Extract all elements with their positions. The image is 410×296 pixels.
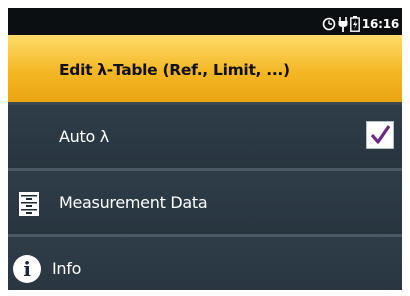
auto-lambda-checkbox[interactable] xyxy=(366,121,394,149)
device-screen: 16:16 Edit λ-Table (Ref., Limit, ...) Au… xyxy=(8,8,402,290)
timer-icon xyxy=(322,17,336,31)
menu-list: Edit λ-Table (Ref., Limit, ...) Auto λ M… xyxy=(8,35,402,290)
menu-item-info[interactable]: i Info xyxy=(8,237,402,290)
file-cabinet-icon xyxy=(18,191,40,221)
checkmark-icon xyxy=(370,125,391,144)
menu-item-edit-lambda-table[interactable]: Edit λ-Table (Ref., Limit, ...) xyxy=(8,35,402,105)
menu-item-measurement-data[interactable]: Measurement Data xyxy=(8,171,402,237)
status-icons: 16:16 xyxy=(322,14,399,34)
menu-item-auto-lambda[interactable]: Auto λ xyxy=(8,105,402,171)
menu-item-label: Edit λ-Table (Ref., Limit, ...) xyxy=(59,61,290,79)
menu-item-label: Auto λ xyxy=(59,127,109,146)
power-plug-icon xyxy=(338,16,348,32)
menu-item-label: Info xyxy=(52,259,82,278)
clock-time: 16:16 xyxy=(361,17,399,31)
menu-item-label: Measurement Data xyxy=(59,193,208,212)
info-icon: i xyxy=(13,255,41,283)
status-bar: 16:16 xyxy=(8,8,402,38)
battery-charging-icon xyxy=(349,16,360,32)
